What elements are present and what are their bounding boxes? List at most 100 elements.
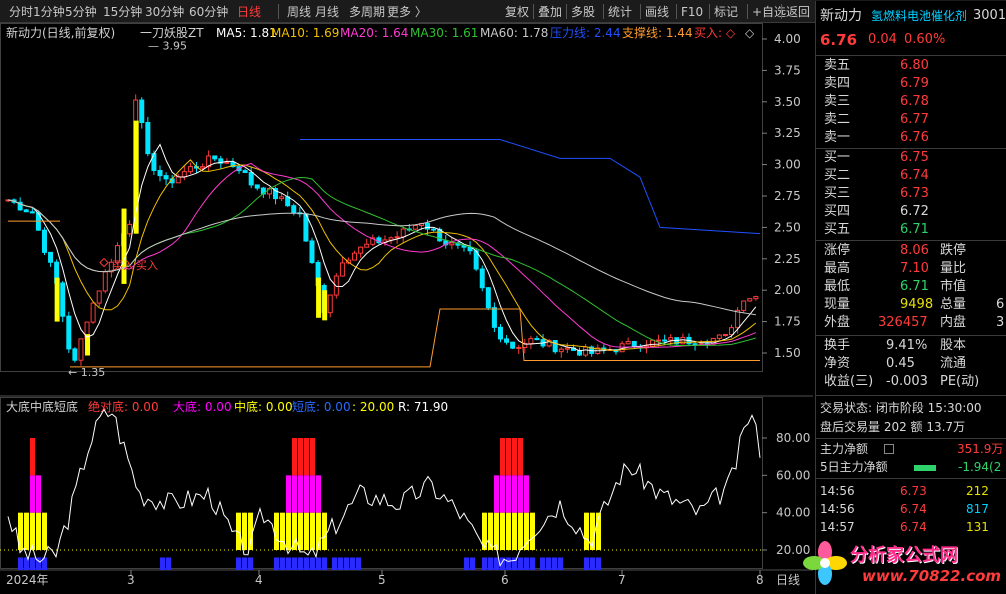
toolbar-button-1[interactable]: 叠加 (538, 4, 562, 20)
ask-price: 6.80 (900, 58, 929, 73)
bid-label: 买五 (824, 222, 851, 237)
kline-chart-area[interactable]: 4.00 3.75 3.50 3.25 3.00 2.75 2.50 2.25 2.00 1.75… (0, 23, 813, 594)
absolute-bottom-bar (500, 438, 505, 476)
toolbar-button-2[interactable]: 多股 (571, 4, 595, 20)
buy-marker: 买入 (112, 259, 134, 272)
candle-body (388, 237, 394, 241)
five-day-flow-label: 5日主力净额 (820, 460, 888, 474)
quote-title: 新动力 氢燃料电池催化剂 3001 (816, 7, 1006, 25)
candle-body (504, 338, 510, 343)
mid-bottom-bar (36, 512, 41, 550)
main-flow-row: 主力净额 351.9万 (816, 440, 1006, 458)
stat2-value: 9.41% (886, 338, 928, 353)
absolute-bottom-bar (506, 438, 511, 476)
toolbar-separator (781, 4, 782, 19)
sub-indicator-name[interactable]: 大底中底短底 (6, 400, 78, 414)
tick-time: 14:56 (820, 484, 855, 498)
candle-body (510, 341, 516, 349)
candle-body (60, 282, 66, 317)
candle-body (78, 338, 84, 361)
period-tab-3[interactable]: 15分钟 (103, 4, 142, 20)
period-tab-7[interactable]: 周线 (287, 4, 311, 20)
stat2-label: 净资 (824, 356, 851, 371)
buy-signal-legend: 买入: ◇ (694, 26, 736, 40)
short-bottom-bar (242, 557, 247, 570)
stat-right-label: 量比 (940, 261, 967, 276)
candle-body (175, 176, 181, 184)
mid-bottom-bar (292, 512, 297, 550)
period-tab-10[interactable]: 更多 〉 (387, 4, 427, 20)
mid-bottom-bar (30, 512, 35, 550)
stat-right-label: 跌停 (940, 243, 967, 258)
absolute-bottom-bar (304, 438, 309, 476)
short-bottom-legend: 短底: 0.00 (292, 400, 351, 414)
legend-collapse-icon[interactable]: ◇ (745, 26, 754, 40)
ask-row: 卖五 6.80 (816, 57, 1006, 75)
divider (816, 438, 1006, 439)
stat-row: 外盘 326457 内盘 3 (816, 314, 1006, 332)
short-bottom-bar (518, 557, 523, 570)
big-bottom-bar (310, 475, 315, 513)
candle-body (625, 340, 631, 345)
ma10-legend: MA10: 1.69 (271, 26, 340, 40)
period-tab-5[interactable]: 60分钟 (189, 4, 228, 20)
tick-volume: 212 (966, 484, 989, 498)
toolbar-button-5[interactable]: F10 (681, 4, 703, 20)
tick-time: 14:56 (820, 502, 855, 516)
detail-icon[interactable] (884, 444, 894, 454)
short-bottom-bar (310, 557, 315, 570)
short-bottom-bar (18, 557, 23, 570)
period-tab-0[interactable]: 分时 (9, 4, 33, 20)
bid-price: 6.72 (900, 204, 929, 219)
short-bottom-bar (596, 557, 601, 570)
candle-body (497, 326, 503, 340)
mid-bottom-bar (500, 512, 505, 550)
five-day-flow-value: -1.94(2 (958, 460, 1002, 474)
period-tab-6[interactable]: 日线 (237, 4, 261, 20)
mid-bottom-bar (298, 512, 303, 550)
toolbar-button-8[interactable]: 返回 (786, 4, 810, 20)
price-axis-label: 3.00 (774, 158, 801, 172)
ask-price: 6.79 (900, 76, 929, 91)
short-bottom-bar (30, 557, 35, 570)
period-tab-1[interactable]: 1分钟 (33, 4, 65, 20)
toolbar-button-0[interactable]: 复权 (505, 4, 529, 20)
period-tab-4[interactable]: 30分钟 (145, 4, 184, 20)
stat2-value: -0.003 (886, 374, 928, 389)
period-tab-2[interactable]: 5分钟 (65, 4, 97, 20)
ma60-legend: MA60: 1.78 (480, 26, 549, 40)
short-bottom-bar (488, 557, 493, 570)
period-cut-label: 日线 (776, 573, 800, 587)
stat-value: 326457 (878, 315, 928, 330)
short-bottom-bar (304, 557, 309, 570)
big-bottom-bar (292, 475, 297, 513)
tick-row: 14:57 6.74 131 (816, 518, 1006, 536)
big-bottom-legend: 大底: 0.00 (173, 400, 232, 414)
pressure-line (300, 138, 761, 235)
short-bottom-bar (482, 557, 487, 570)
r-line (7, 408, 761, 568)
indicator-name-legend[interactable]: 一刀妖股ZT (140, 26, 204, 40)
pct-change: 0.60% (904, 32, 946, 47)
period-tab-8[interactable]: 月线 (315, 4, 339, 20)
stat2-right-label: 流通 (940, 356, 967, 371)
toolbar-separator (676, 4, 677, 19)
period-tab-9[interactable]: 多周期 (349, 4, 385, 20)
toolbar-button-6[interactable]: 标记 (714, 4, 738, 20)
candle-body (145, 122, 151, 155)
min-price-label: ← 1.35 (68, 366, 105, 379)
candle-body (291, 205, 297, 214)
candle-body (583, 346, 589, 356)
short-bottom-bar (248, 557, 253, 570)
stat2-label: 收益(三) (824, 374, 874, 389)
ask-price: 6.76 (900, 130, 929, 145)
support-line-legend: 支撑线: 1.44 (622, 26, 693, 40)
toolbar-button-3[interactable]: 统计 (608, 4, 632, 20)
ma20-line (7, 162, 757, 348)
kline-chart-svg[interactable]: 4.00 3.75 3.50 3.25 3.00 2.75 2.50 2.25 2.00 1.75… (0, 23, 813, 594)
toolbar-button-4[interactable]: 画线 (645, 4, 669, 20)
buy-marker: 买入 (136, 259, 158, 272)
candle-body (212, 155, 218, 160)
ask-price: 6.78 (900, 94, 929, 109)
support-line-b (70, 308, 760, 368)
